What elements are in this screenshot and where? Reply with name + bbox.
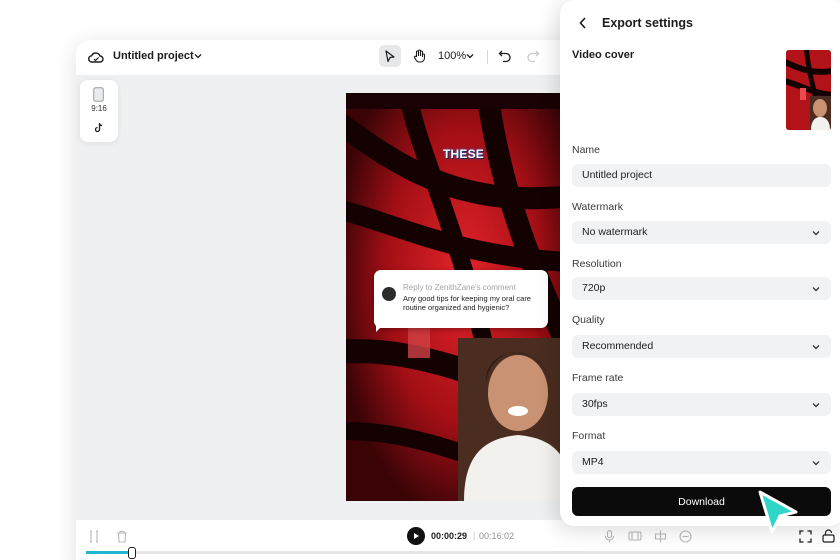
video-preview[interactable]: THESE Reply to ZenithZane's comment Any … [346,93,560,501]
mic-icon[interactable] [604,530,615,543]
chevron-down-icon [812,403,820,408]
name-value: Untitled project [582,169,653,181]
tiktok-icon [94,122,103,133]
watermark-value: No watermark [582,226,648,238]
panel-title: Export settings [602,16,693,30]
hand-icon [413,49,425,63]
cover-image [786,50,831,130]
play-icon [414,533,419,539]
toolbar-divider [487,50,488,64]
comment-text: Any good tips for keeping my oral care r… [403,294,531,312]
aspect-ratio-card[interactable]: 9:16 [80,80,118,142]
resolution-label: Resolution [572,258,622,270]
lock-icon[interactable] [822,529,835,543]
timeline-bar: 00:00:29 | 00:16:02 [76,520,840,560]
cursor-icon [758,490,798,534]
cloud-icon[interactable] [88,50,104,64]
frame-rate-value: 30fps [582,398,608,410]
frame-rate-label: Frame rate [572,372,624,384]
timeline-progress [86,551,132,554]
comment-tail [376,322,386,332]
phone-icon [93,87,104,102]
resolution-value: 720p [582,282,606,294]
quality-select[interactable]: Recommended [572,335,831,358]
format-value: MP4 [582,456,604,468]
project-title[interactable]: Untitled project [113,50,194,62]
split-icon[interactable] [88,530,100,543]
video-caption: THESE [443,147,485,161]
chevron-down-icon [812,461,820,466]
undo-icon[interactable] [498,49,512,63]
play-button[interactable] [407,527,425,545]
video-cover-thumbnail[interactable] [786,50,831,130]
align-icon[interactable] [654,530,667,543]
format-select[interactable]: MP4 [572,451,831,474]
chevron-down-icon[interactable] [465,51,475,61]
aspect-ratio-label: 9:16 [91,104,107,113]
chevron-down-icon[interactable] [193,51,203,61]
video-cover-label: Video cover [572,49,635,61]
quality-value: Recommended [582,340,654,352]
zoom-out-icon[interactable] [679,530,692,543]
back-icon[interactable] [578,16,588,30]
zoom-level[interactable]: 100% [438,50,466,62]
frame-rate-select[interactable]: 30fps [572,393,831,416]
total-time: 00:16:02 [479,531,515,541]
current-time: 00:00:29 [431,531,468,541]
comment-overlay[interactable]: Reply to ZenithZane's comment Any good t… [374,270,548,332]
export-settings-panel: Export settings Video cover Name Untitle… [560,0,840,526]
select-tool-button[interactable] [379,45,401,67]
name-input[interactable]: Untitled project [572,164,831,187]
time-separator: | [473,530,476,540]
chevron-down-icon [812,231,820,236]
comment-reply-to: Reply to ZenithZane's comment [403,283,516,292]
hand-tool-button[interactable] [408,45,430,67]
redo-icon[interactable] [526,49,540,63]
chevron-down-icon [812,287,820,292]
avatar [382,287,396,301]
watermark-select[interactable]: No watermark [572,221,831,244]
playhead-handle[interactable] [127,547,136,559]
quality-label: Quality [572,314,605,326]
chevron-down-icon [812,345,820,350]
timeline-track[interactable] [86,551,840,554]
watermark-label: Watermark [572,201,623,213]
pointer-icon [385,49,395,62]
filmstrip-icon[interactable] [628,530,642,542]
trash-icon[interactable] [116,530,128,543]
format-label: Format [572,430,606,442]
name-label: Name [572,144,601,156]
resolution-select[interactable]: 720p [572,277,831,300]
